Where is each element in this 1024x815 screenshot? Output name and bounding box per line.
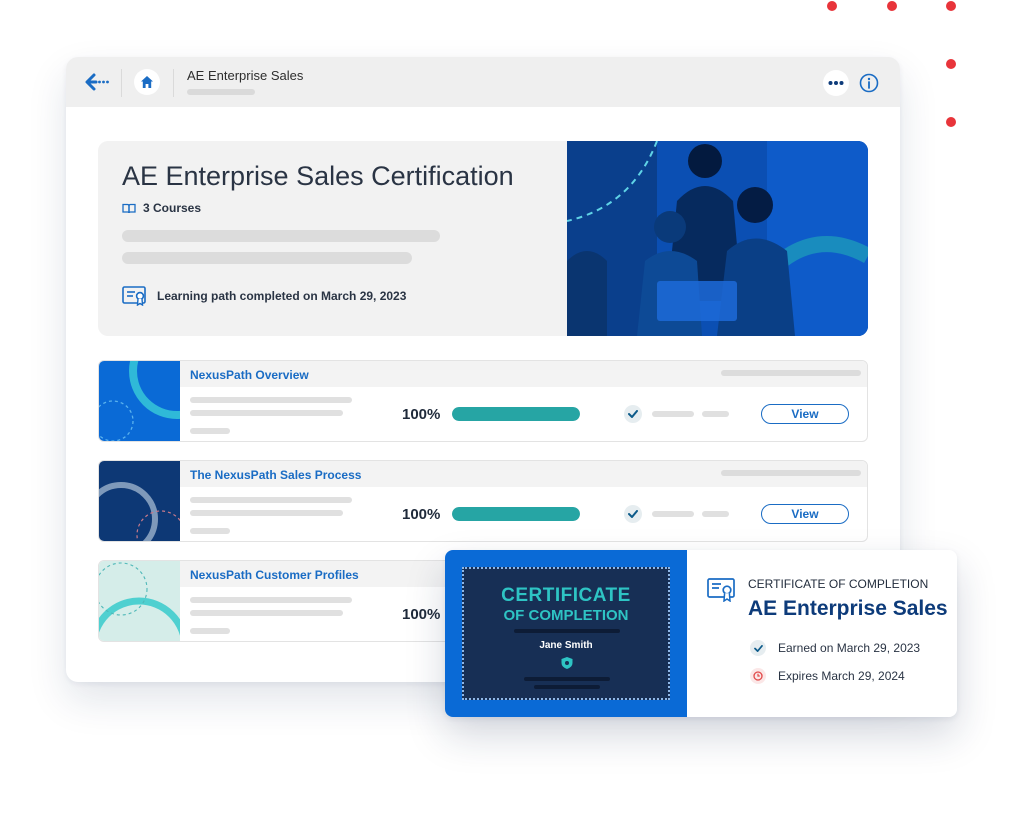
home-button[interactable] [134,69,160,95]
progress-bar [452,407,580,421]
course-thumbnail-art [99,461,180,541]
text-placeholder [190,410,343,416]
certificate-preview: CERTIFICATE OF COMPLETION Jane Smith [445,550,687,717]
more-options-button[interactable] [823,70,849,96]
text-placeholder [190,510,343,516]
decorative-dot [827,1,837,11]
view-button[interactable]: View [761,404,849,424]
course-thumbnail [99,561,180,641]
course-title[interactable]: NexusPath Overview [190,368,309,382]
text-placeholder [190,597,352,603]
description-placeholder [122,230,440,242]
course-count-label: 3 Courses [143,201,202,215]
check-icon [750,640,766,656]
progress-percent: 100% [402,506,441,523]
status-placeholder [702,411,729,417]
course-thumbnail [99,361,180,441]
learning-path-title: AE Enterprise Sales Certification [122,161,514,191]
expiry-date-row: Expires March 29, 2024 [750,668,905,684]
certificate-recipient: Jane Smith [539,640,593,651]
completed-check-icon [624,505,642,523]
back-button[interactable] [84,70,110,94]
course-thumbnail-art [99,361,180,441]
course-title[interactable]: NexusPath Customer Profiles [190,568,359,582]
course-thumbnail-art [99,561,180,641]
status-placeholder [652,411,694,417]
window-title: AE Enterprise Sales [187,68,304,83]
learning-path-hero: AE Enterprise Sales Certification 3 Cour… [98,141,868,336]
earned-date-row: Earned on March 29, 2023 [750,640,920,656]
progress-bar [452,507,580,521]
back-arrow-icon [85,73,109,91]
text-placeholder [190,628,230,634]
progress-percent: 100% [402,406,441,423]
certificate-icon [707,578,737,607]
earned-date: Earned on March 29, 2023 [778,641,921,655]
completed-check-icon [624,405,642,423]
description-placeholder [122,252,412,264]
certificate-card[interactable]: CERTIFICATE OF COMPLETION Jane Smith CER… [445,550,957,717]
divider [121,69,122,97]
certificate-rule [524,677,610,681]
info-icon [859,73,879,93]
course-thumbnail [99,461,180,541]
certificate-rule [534,685,600,689]
view-button[interactable]: View [761,504,849,524]
decorative-dot [887,1,897,11]
header-placeholder [721,470,861,476]
top-bar: AE Enterprise Sales [66,57,900,107]
certificate-icon [122,286,146,306]
more-icon [828,81,844,85]
decorative-dot [946,117,956,127]
certificate-type-label: CERTIFICATE OF COMPLETION [748,577,929,591]
completion-label: Learning path completed on March 29, 202… [157,289,407,303]
text-placeholder [190,528,230,534]
text-placeholder [190,610,343,616]
course-row[interactable]: The NexusPath Sales Process 100% View [98,460,868,542]
certificate-rule [514,629,620,633]
status-placeholder [702,511,729,517]
progress-bar-fill [452,507,580,521]
divider [173,69,174,97]
decorative-dot [946,1,956,11]
progress-percent: 100% [402,606,441,623]
text-placeholder [190,397,352,403]
shield-icon [560,656,574,675]
certificate-title: AE Enterprise Sales [748,597,948,620]
text-placeholder [190,497,352,503]
completion-status: Learning path completed on March 29, 202… [122,286,406,306]
book-icon [122,203,136,213]
course-title[interactable]: The NexusPath Sales Process [190,468,361,482]
hero-photo [566,141,868,336]
home-icon [141,76,153,88]
certificate-subheading: OF COMPLETION [503,607,629,624]
expiry-date: Expires March 29, 2024 [778,669,905,683]
decorative-dot [946,59,956,69]
header-placeholder [721,370,861,376]
clock-icon [750,668,766,684]
certificate-document: CERTIFICATE OF COMPLETION Jane Smith [462,567,670,700]
text-placeholder [190,428,230,434]
title-placeholder [187,89,255,95]
certificate-heading: CERTIFICATE [501,585,631,606]
team-photo-illustration [566,141,868,336]
info-button[interactable] [856,70,882,96]
course-row[interactable]: NexusPath Overview 100% View [98,360,868,442]
course-count: 3 Courses [122,201,201,215]
progress-bar-fill [452,407,580,421]
status-placeholder [652,511,694,517]
